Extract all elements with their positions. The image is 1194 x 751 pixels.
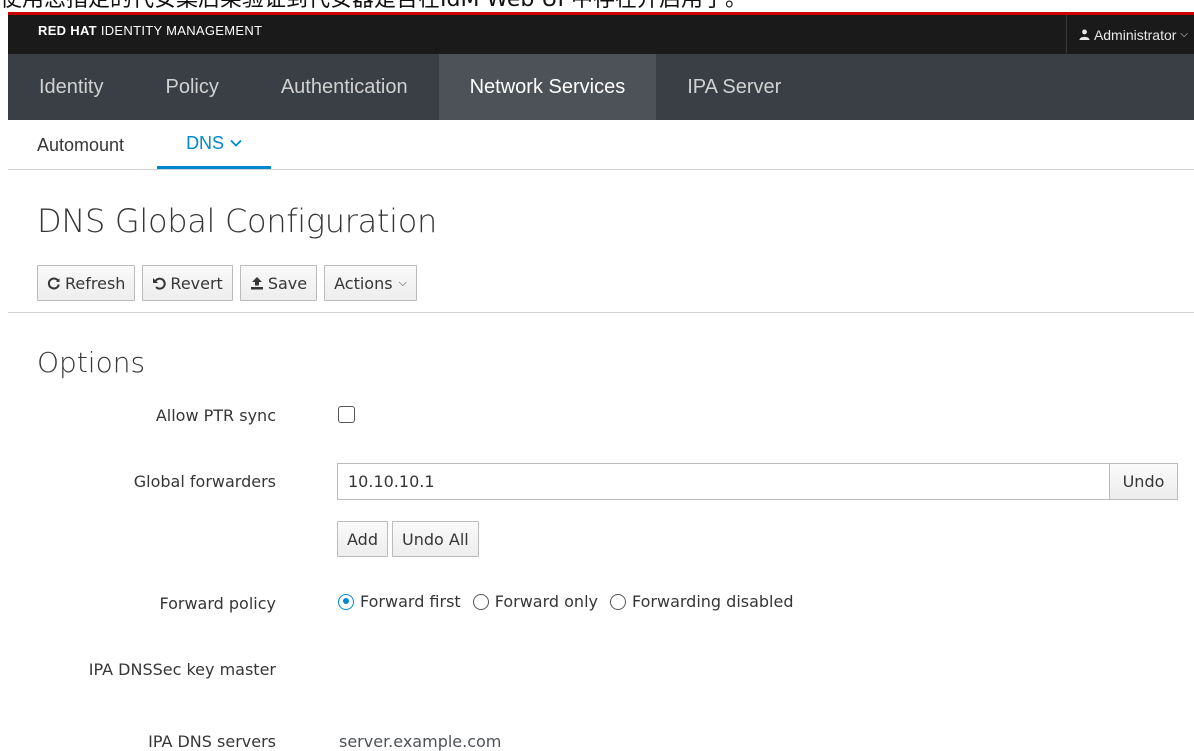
- tab-network-services[interactable]: Network Services: [438, 54, 657, 120]
- allow-ptr-sync-label: Allow PTR sync: [155, 406, 276, 425]
- dns-servers-label: IPA DNS servers: [148, 732, 276, 751]
- revert-label: Revert: [170, 273, 223, 293]
- caption-text: 使用您指定的代安集后架验证到代安器是否在IdM Web UI 中存在并启用了。: [0, 0, 1194, 12]
- radio-forward-first-button[interactable]: [338, 593, 354, 610]
- global-forwarders-label: Global forwarders: [133, 472, 276, 491]
- refresh-label: Refresh: [65, 273, 126, 293]
- secondary-nav: Automount DNS: [8, 120, 1194, 170]
- tab-automount-label: Automount: [37, 134, 125, 155]
- radio-forwarding-disabled[interactable]: Forwarding disabled: [609, 592, 794, 611]
- undo-all-button[interactable]: Undo All: [391, 521, 479, 557]
- actions-label: Actions: [334, 273, 393, 293]
- chevron-down-icon: [230, 139, 242, 147]
- user-menu[interactable]: Administrator ⌵: [1065, 15, 1194, 54]
- user-icon: [1079, 29, 1090, 40]
- chevron-down-icon: ⌵: [398, 276, 407, 289]
- tab-dns-label: DNS: [186, 133, 225, 153]
- radio-forwarding-disabled-button[interactable]: [609, 593, 626, 610]
- tab-policy[interactable]: Policy: [134, 54, 249, 120]
- save-label: Save: [267, 273, 308, 293]
- global-forwarder-input[interactable]: [337, 463, 1110, 500]
- tab-dns[interactable]: DNS: [157, 120, 272, 169]
- radio-forward-first[interactable]: Forward first: [338, 592, 461, 611]
- section-title: Options: [37, 346, 146, 379]
- radio-forward-first-label: Forward first: [360, 592, 461, 611]
- brand-rest: IDENTITY MANAGEMENT: [96, 23, 263, 38]
- save-button[interactable]: Save: [239, 265, 318, 301]
- refresh-button[interactable]: Refresh: [37, 265, 136, 301]
- undo-icon: [153, 277, 167, 290]
- toolbar: Refresh Revert Save Actions ⌵: [37, 265, 417, 301]
- radio-forward-only-label: Forward only: [494, 592, 598, 611]
- page-title: DNS Global Configuration: [37, 202, 438, 240]
- brand-strong: RED HAT: [38, 23, 97, 38]
- add-button[interactable]: Add: [337, 521, 388, 557]
- forward-policy-label: Forward policy: [159, 594, 276, 613]
- primary-nav: Identity Policy Authentication Network S…: [8, 54, 1194, 120]
- masthead: RED HAT IDENTITY MANAGEMENT Administrato…: [8, 12, 1194, 54]
- radio-forward-only[interactable]: Forward only: [472, 592, 598, 611]
- dnssec-key-master-label: IPA DNSSec key master: [88, 660, 276, 679]
- tab-authentication[interactable]: Authentication: [250, 54, 439, 120]
- actions-dropdown[interactable]: Actions ⌵: [324, 265, 417, 301]
- revert-button[interactable]: Revert: [142, 265, 233, 301]
- tab-ipa-server[interactable]: IPA Server: [656, 54, 812, 120]
- caption-label: 使用您指定的代安集后架验证到代安器是否在IdM Web UI 中存在并启用了。: [0, 0, 747, 12]
- radio-forward-only-button[interactable]: [472, 593, 489, 610]
- dns-servers-value: server.example.com: [339, 732, 502, 751]
- refresh-icon: [47, 277, 60, 290]
- brand-logo: RED HAT IDENTITY MANAGEMENT: [38, 23, 262, 38]
- upload-icon: [250, 277, 263, 290]
- chevron-down-icon: ⌵: [1180, 29, 1188, 40]
- undo-button[interactable]: Undo: [1109, 463, 1178, 500]
- user-name: Administrator: [1093, 26, 1177, 43]
- divider: [8, 312, 1194, 313]
- forwarder-actions: Add Undo All: [337, 521, 479, 557]
- tab-automount[interactable]: Automount: [8, 120, 153, 169]
- tab-identity[interactable]: Identity: [8, 54, 134, 120]
- radio-forwarding-disabled-label: Forwarding disabled: [631, 592, 794, 611]
- allow-ptr-sync-checkbox[interactable]: [338, 406, 355, 423]
- forward-policy-radio-group: Forward first Forward only Forwarding di…: [338, 592, 806, 611]
